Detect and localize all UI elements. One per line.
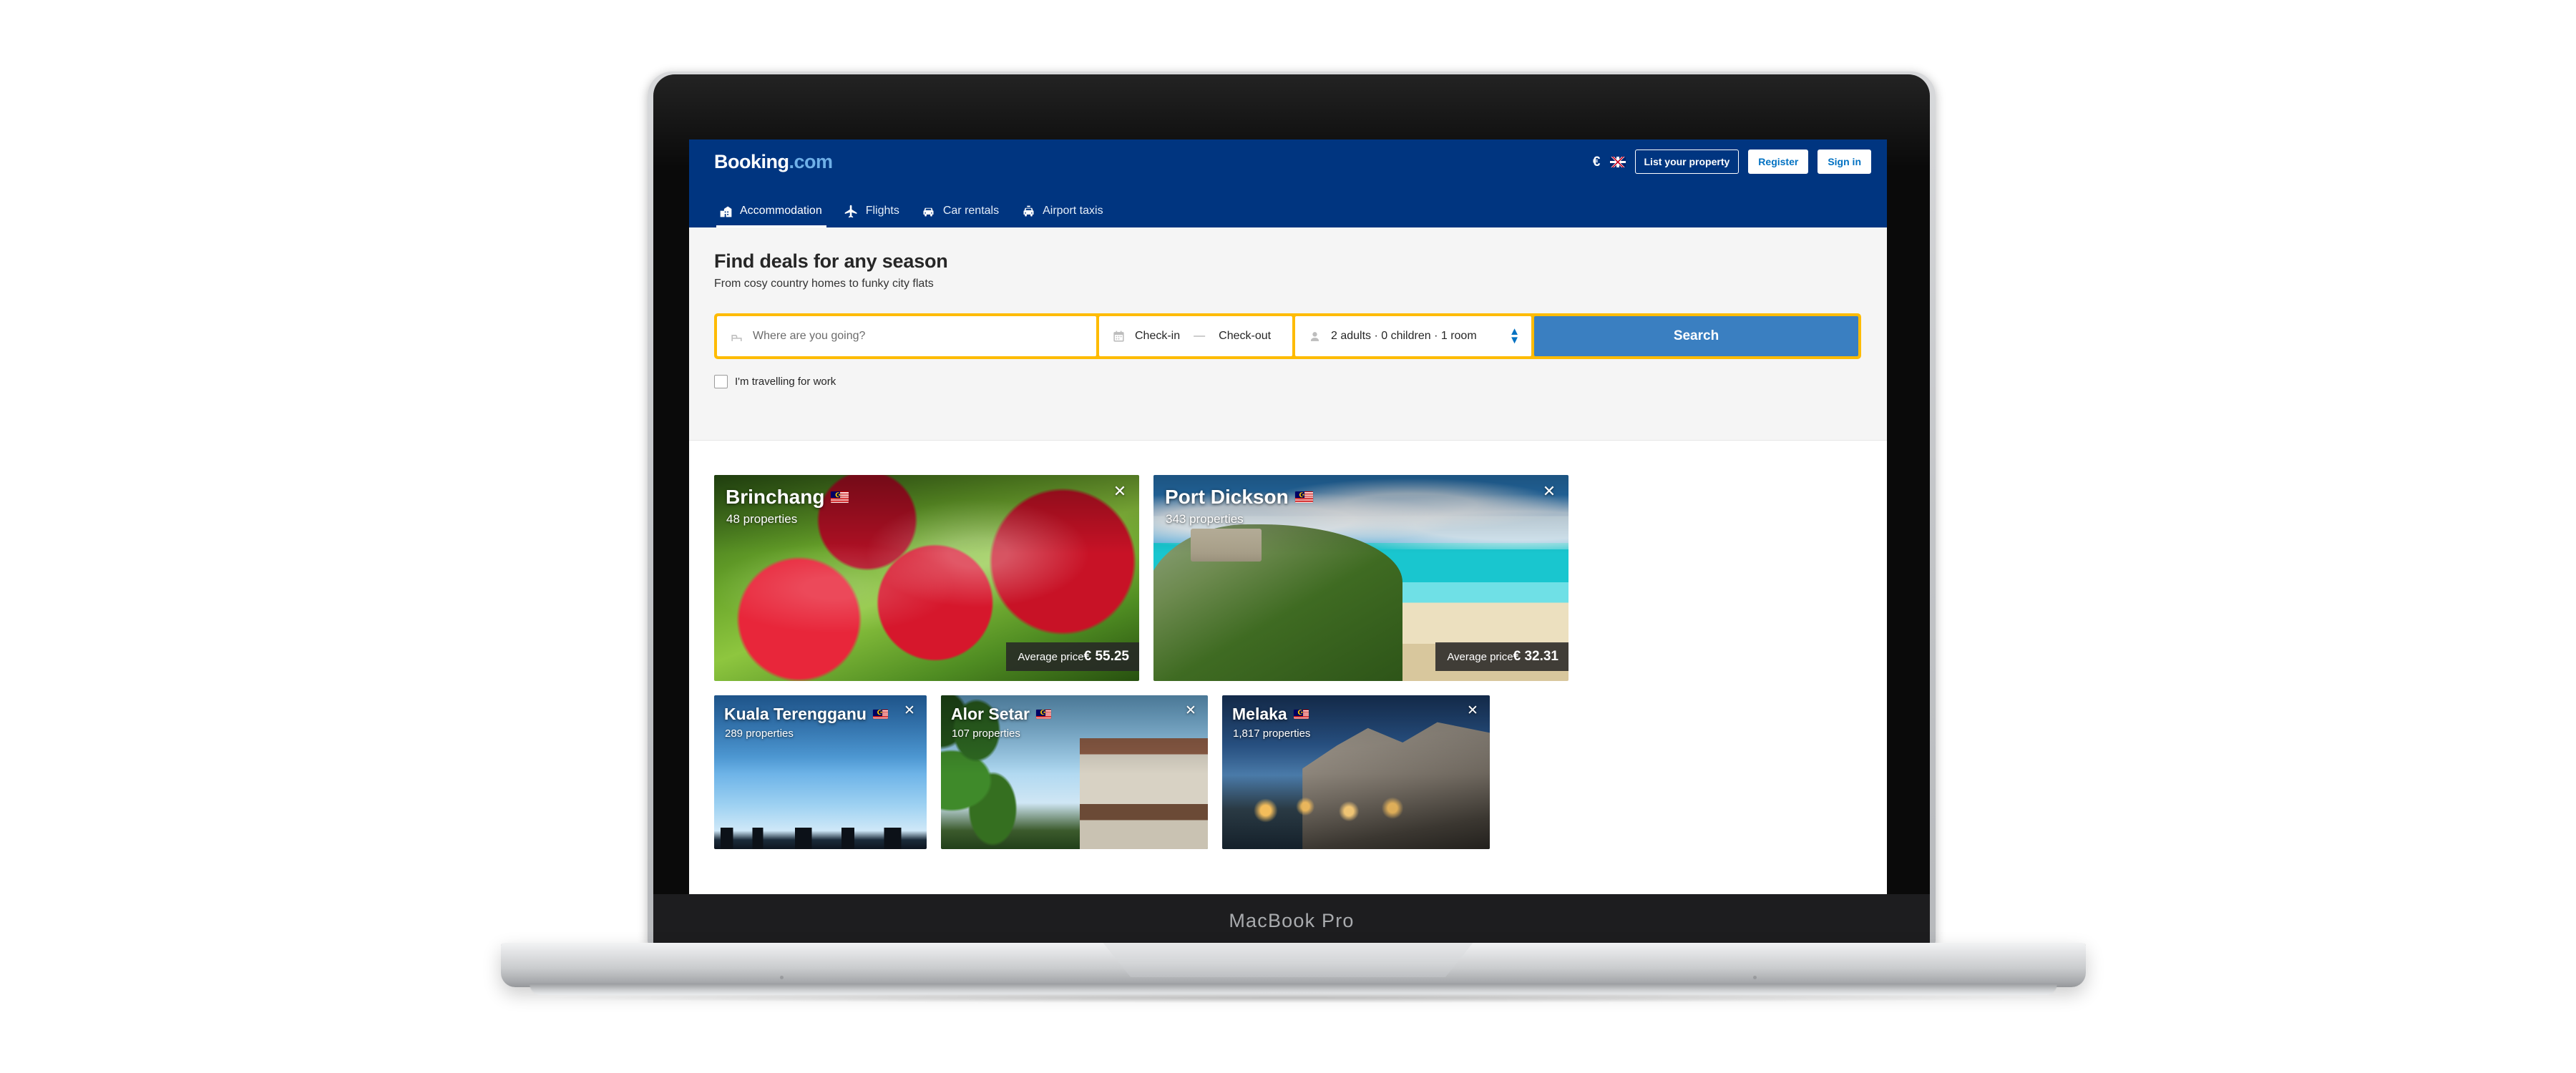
nav-label: Accommodation	[740, 205, 822, 217]
destination-card[interactable]: Kuala Terengganu 289 properties ✕	[714, 695, 927, 849]
card-title: Alor Setar	[951, 705, 1051, 724]
currency-icon[interactable]: €	[1593, 155, 1601, 169]
destination-card[interactable]: Melaka 1,817 properties ✕	[1222, 695, 1490, 849]
malaysia-flag-icon	[1294, 491, 1313, 503]
bed-icon	[728, 328, 744, 344]
screenshot-stage: Booking.com € List your property Registe…	[0, 0, 2576, 1073]
travelling-for-work-row: I'm travelling for work	[714, 375, 1887, 388]
site-header: Booking.com € List your property Registe…	[689, 139, 1887, 227]
close-icon[interactable]: ✕	[1463, 702, 1482, 720]
card-property-count: 1,817 properties	[1233, 727, 1311, 740]
plane-icon	[844, 203, 859, 219]
laptop-base-notch	[1103, 943, 1473, 977]
malaysia-flag-icon	[872, 709, 888, 720]
logo-main-text: Booking	[714, 151, 789, 172]
card-property-count: 107 properties	[952, 727, 1020, 740]
person-icon	[1307, 328, 1322, 344]
travelling-for-work-checkbox[interactable]	[714, 375, 728, 388]
taxi-icon	[1020, 203, 1036, 219]
sign-in-button[interactable]: Sign in	[1818, 150, 1871, 174]
card-title-text: Melaka	[1232, 705, 1287, 723]
destinations-row-1: Brinchang 48 properties ✕ Average price€…	[714, 475, 1887, 681]
laptop-screen: Booking.com € List your property Registe…	[689, 139, 1887, 894]
device-label: MacBook Pro	[1229, 910, 1355, 931]
base-vent-dot	[780, 976, 784, 979]
close-icon[interactable]: ✕	[1540, 482, 1558, 501]
header-top-bar: Booking.com € List your property Registe…	[689, 139, 1887, 191]
destinations-row-2: Kuala Terengganu 289 properties ✕ Alor S…	[714, 695, 1887, 849]
checkout-label: Check-out	[1219, 330, 1272, 342]
register-button[interactable]: Register	[1748, 150, 1809, 174]
page-subtitle: From cosy country homes to funky city fl…	[714, 278, 934, 290]
average-price-tag: Average price€ 32.31	[1435, 642, 1568, 671]
destination-card[interactable]: Alor Setar 107 properties ✕	[941, 695, 1208, 849]
laptop-drop-shadow	[544, 993, 2043, 1003]
card-title: Kuala Terengganu	[724, 705, 888, 724]
laptop-chin: MacBook Pro	[653, 894, 1930, 948]
travelling-for-work-label: I'm travelling for work	[735, 376, 836, 388]
base-vent-dot	[1753, 976, 1757, 979]
average-price-tag: Average price€ 55.25	[1006, 642, 1139, 671]
price-prefix: Average price	[1018, 651, 1084, 663]
close-icon[interactable]: ✕	[1181, 702, 1200, 720]
primary-nav: Accommodation Flights Car rentals Airpor…	[711, 196, 1113, 227]
header-actions: € List your property Register Sign in	[1593, 150, 1871, 174]
uk-flag-icon[interactable]	[1609, 156, 1626, 167]
macbook-pro-mockup: Booking.com € List your property Registe…	[0, 0, 2576, 1073]
logo-suffix-text: .com	[789, 151, 834, 172]
car-icon	[921, 203, 937, 219]
card-property-count: 343 properties	[1166, 512, 1244, 526]
hero-section: Find deals for any season From cosy coun…	[689, 227, 1887, 441]
destination-field[interactable]	[717, 316, 1096, 356]
checkin-label: Check-in	[1135, 330, 1181, 342]
price-value: € 32.31	[1513, 649, 1558, 664]
card-title-text: Port Dickson	[1165, 486, 1289, 508]
nav-tab-car-rentals[interactable]: Car rentals	[914, 196, 1009, 227]
search-input[interactable]	[753, 330, 1085, 343]
malaysia-flag-icon	[1035, 709, 1051, 720]
chevron-up-down-icon[interactable]: ▲ ▼	[1509, 326, 1520, 346]
occupancy-field[interactable]: 2 adults · 0 children · 1 room ▲ ▼	[1295, 316, 1531, 356]
nav-tab-flights[interactable]: Flights	[836, 196, 909, 227]
card-title-text: Brinchang	[726, 486, 825, 508]
destination-card[interactable]: Port Dickson 343 properties ✕ Average pr…	[1153, 475, 1568, 681]
card-title-text: Kuala Terengganu	[724, 705, 867, 723]
card-property-count: 289 properties	[725, 727, 794, 740]
building-icon	[718, 203, 733, 219]
occupancy-value: 2 adults · 0 children · 1 room	[1331, 330, 1477, 342]
booking-logo[interactable]: Booking.com	[714, 151, 833, 173]
calendar-icon	[1111, 328, 1126, 344]
price-prefix: Average price	[1447, 651, 1513, 663]
card-title-text: Alor Setar	[951, 705, 1030, 723]
card-title: Port Dickson	[1165, 486, 1313, 509]
close-icon[interactable]: ✕	[900, 702, 919, 720]
nav-tab-airport-taxis[interactable]: Airport taxis	[1013, 196, 1113, 227]
search-bar: Check-in — Check-out 2 adults · 0 childr…	[714, 313, 1861, 359]
search-button[interactable]: Search	[1534, 316, 1858, 356]
close-icon[interactable]: ✕	[1111, 482, 1129, 501]
nav-label: Airport taxis	[1043, 205, 1103, 217]
card-property-count: 48 properties	[726, 512, 798, 526]
nav-label: Flights	[865, 205, 899, 217]
destinations-grid: Brinchang 48 properties ✕ Average price€…	[689, 441, 1887, 849]
malaysia-flag-icon	[831, 491, 849, 503]
nav-label: Car rentals	[942, 205, 1000, 217]
list-your-property-button[interactable]: List your property	[1634, 150, 1740, 174]
price-value: € 55.25	[1083, 649, 1129, 664]
card-title: Melaka	[1232, 705, 1309, 724]
date-separator: —	[1194, 330, 1206, 342]
malaysia-flag-icon	[1293, 709, 1309, 720]
card-title: Brinchang	[726, 486, 849, 509]
nav-tab-accommodation[interactable]: Accommodation	[711, 196, 832, 227]
dates-field[interactable]: Check-in — Check-out	[1099, 316, 1292, 356]
destination-card[interactable]: Brinchang 48 properties ✕ Average price€…	[714, 475, 1139, 681]
page-title: Find deals for any season	[714, 250, 948, 272]
